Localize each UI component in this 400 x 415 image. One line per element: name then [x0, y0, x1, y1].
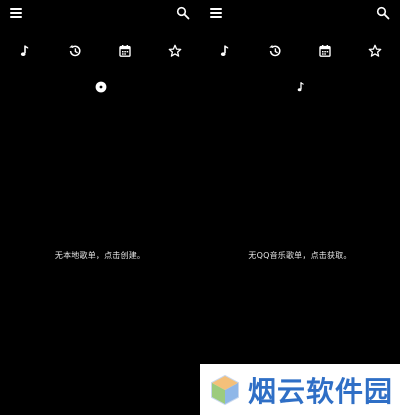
tab-history-icon[interactable] — [264, 40, 286, 62]
music-note-icon — [220, 45, 229, 56]
tab-star-icon[interactable] — [164, 40, 186, 62]
disc-icon — [94, 80, 108, 94]
star-icon — [168, 44, 182, 57]
menu-icon[interactable] — [210, 6, 224, 20]
tab-music-note-icon[interactable] — [214, 40, 236, 62]
tab-music-note-icon[interactable] — [14, 40, 36, 62]
history-icon — [269, 44, 281, 57]
top-bar — [200, 0, 400, 28]
local-playlists-panel: 无本地歌单，点击创建。 — [0, 0, 200, 415]
tab-bar — [0, 40, 200, 62]
tab-star-icon[interactable] — [364, 40, 386, 62]
empty-playlist-message[interactable]: 无本地歌单，点击创建。 — [0, 250, 200, 262]
music-note-icon — [294, 80, 308, 94]
calendar-icon — [119, 45, 131, 57]
tab-calendar-icon[interactable] — [114, 40, 136, 62]
search-icon[interactable] — [176, 5, 190, 20]
search-icon[interactable] — [376, 5, 390, 20]
qq-music-playlists-panel: 无QQ音乐歌单，点击获取。 — [200, 0, 400, 415]
music-note-icon — [20, 45, 29, 56]
top-bar — [0, 0, 200, 28]
tab-bar — [200, 40, 400, 62]
history-icon — [69, 44, 81, 57]
calendar-icon — [319, 45, 331, 57]
screen: 无本地歌单，点击创建。 无QQ音乐歌单，点击获取。 烟云软件园 — [0, 0, 400, 415]
empty-playlist-message[interactable]: 无QQ音乐歌单，点击获取。 — [200, 250, 400, 262]
watermark: 烟云软件园 — [200, 364, 400, 415]
star-icon — [368, 44, 382, 57]
tab-calendar-icon[interactable] — [314, 40, 336, 62]
menu-icon[interactable] — [10, 6, 24, 20]
cube-logo-icon — [211, 374, 239, 405]
tab-history-icon[interactable] — [64, 40, 86, 62]
watermark-text: 烟云软件园 — [248, 374, 394, 408]
